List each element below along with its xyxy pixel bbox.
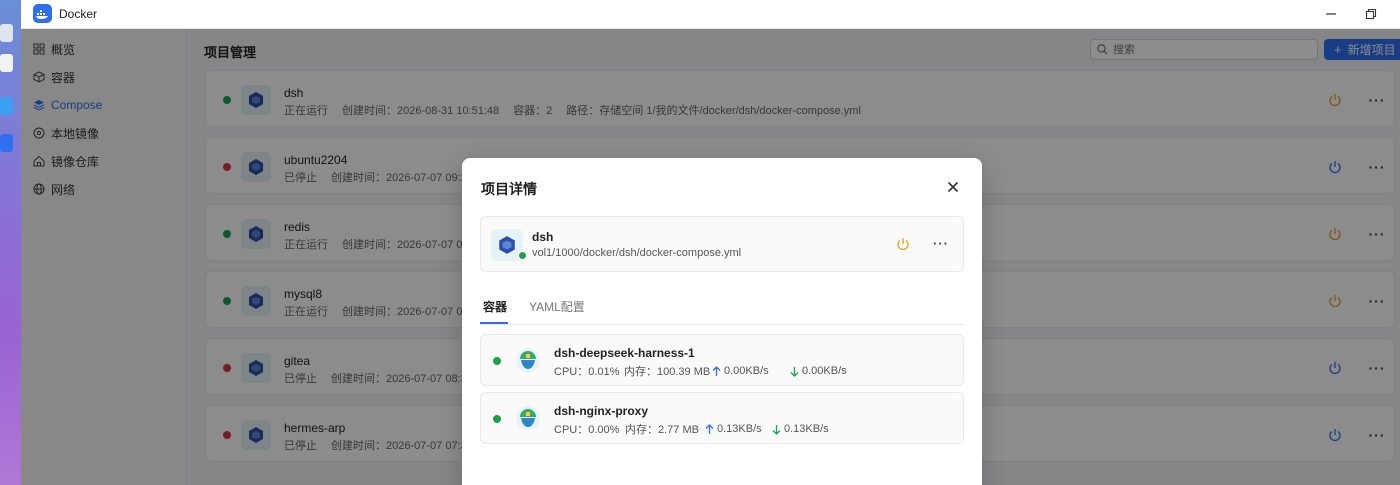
app-title: Docker bbox=[59, 7, 98, 21]
upload-rate: 0.13KB/s bbox=[717, 423, 762, 435]
cpu-usage: CPU：0.00% bbox=[554, 424, 620, 436]
container-card[interactable]: dsh-nginx-proxy CPU：0.00% 内存：2.77 MB 0.1… bbox=[480, 392, 964, 444]
memory-usage: 内存：100.39 MB bbox=[624, 366, 711, 378]
container-stats: CPU：0.01% 内存：100.39 MB 0.00KB/s 0.00KB/s bbox=[554, 363, 847, 379]
docker-logo-icon bbox=[33, 4, 52, 23]
project-detail-modal: 项目详情 dsh vol1/1000/docker/dsh/docker-com… bbox=[462, 158, 982, 485]
container-name: dsh-deepseek-harness-1 bbox=[554, 346, 695, 360]
title-bar: Docker bbox=[21, 0, 1400, 29]
container-card[interactable]: dsh-deepseek-harness-1 CPU：0.01% 内存：100.… bbox=[480, 334, 964, 386]
dock-app-icon[interactable] bbox=[0, 24, 13, 42]
project-summary-card: dsh vol1/1000/docker/dsh/docker-compose.… bbox=[480, 216, 964, 272]
status-dot bbox=[518, 251, 527, 260]
restore-button[interactable] bbox=[1363, 6, 1379, 22]
upload-rate: 0.00KB/s bbox=[724, 365, 769, 377]
dock-app-icon[interactable] bbox=[0, 97, 13, 115]
tab-yaml[interactable]: YAML配置 bbox=[529, 298, 585, 315]
detail-tabs: 容器 YAML配置 bbox=[480, 292, 964, 325]
more-icon[interactable]: ··· bbox=[933, 236, 948, 251]
dock-app-icon[interactable] bbox=[0, 54, 13, 72]
download-rate: 0.13KB/s bbox=[784, 423, 829, 435]
tab-containers[interactable]: 容器 bbox=[483, 298, 507, 315]
download-rate: 0.00KB/s bbox=[802, 365, 847, 377]
container-app-icon bbox=[516, 348, 540, 372]
download-arrow-icon bbox=[772, 424, 781, 435]
cpu-usage: CPU：0.01% bbox=[554, 366, 620, 378]
upload-arrow-icon bbox=[712, 365, 721, 377]
container-stats: CPU：0.00% 内存：2.77 MB 0.13KB/s 0.13KB/s bbox=[554, 421, 829, 437]
minimize-button[interactable] bbox=[1323, 6, 1339, 22]
container-name: dsh-nginx-proxy bbox=[554, 404, 649, 418]
memory-usage: 内存：2.77 MB bbox=[625, 424, 699, 436]
project-path: vol1/1000/docker/dsh/docker-compose.yml bbox=[532, 247, 742, 259]
container-app-icon bbox=[516, 406, 540, 430]
modal-title: 项目详情 bbox=[481, 181, 537, 197]
close-icon[interactable] bbox=[946, 180, 960, 194]
download-arrow-icon bbox=[790, 366, 799, 377]
status-dot bbox=[493, 357, 501, 365]
dock-docker-icon[interactable] bbox=[0, 134, 13, 152]
status-dot bbox=[493, 415, 501, 423]
active-tab-indicator bbox=[480, 322, 508, 324]
desktop-dock-strip bbox=[0, 0, 21, 485]
power-icon[interactable] bbox=[896, 237, 910, 251]
project-name: dsh bbox=[532, 230, 554, 244]
upload-arrow-icon bbox=[705, 423, 714, 435]
